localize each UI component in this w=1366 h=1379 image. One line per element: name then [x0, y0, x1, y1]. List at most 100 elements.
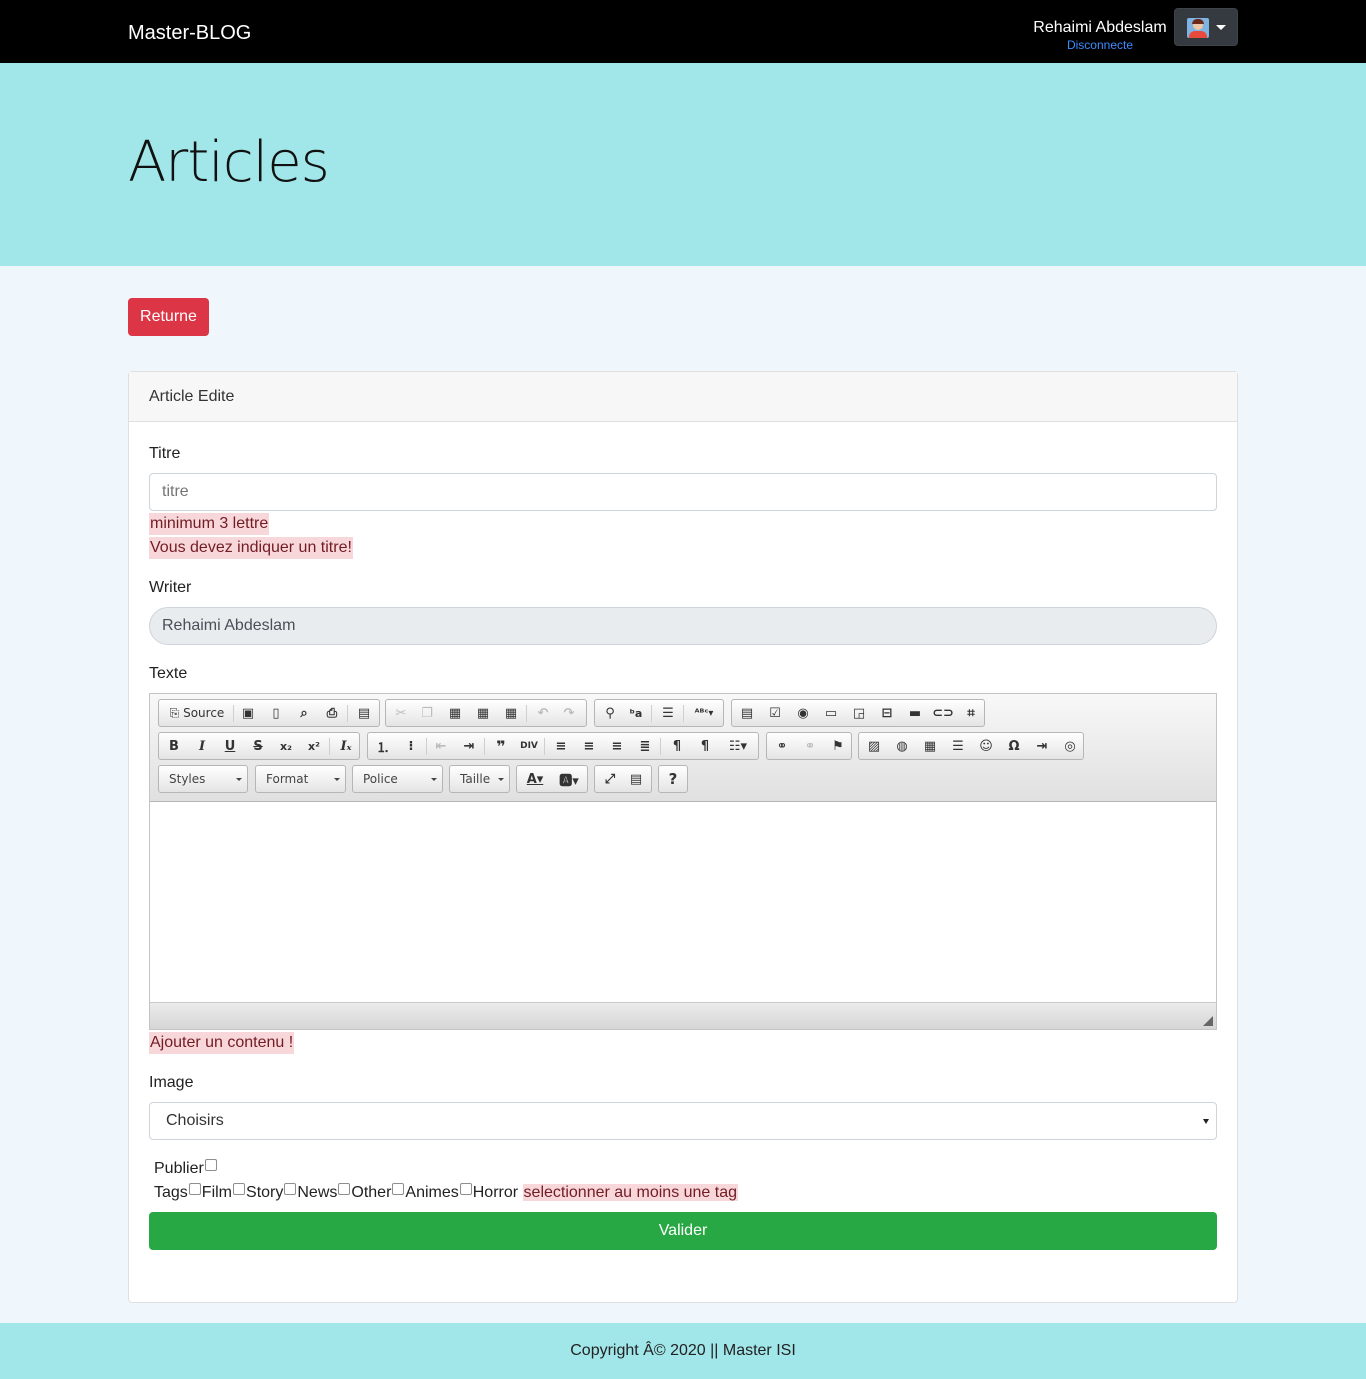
format-dropdown[interactable]: Format — [255, 765, 346, 793]
tag-checkbox-other[interactable] — [338, 1183, 351, 1195]
tag-label-animes: Animes — [405, 1184, 459, 1201]
remove-format-icon[interactable]: Iₓ — [335, 736, 357, 756]
title-error-required: Vous devez indiquer un titre! — [149, 537, 353, 559]
align-center-icon[interactable]: ≡ — [578, 736, 600, 756]
return-button[interactable]: Returne — [128, 298, 209, 336]
spellcheck-icon[interactable]: ᴬᴮᶜ▾ — [689, 703, 719, 723]
bg-color-icon[interactable]: 🅰▾ — [555, 769, 583, 789]
language-icon[interactable]: ☷▾ — [722, 736, 754, 756]
superscript-icon[interactable]: x² — [303, 736, 325, 756]
special-char-icon[interactable]: Ω — [1003, 736, 1025, 756]
help-icon[interactable]: ? — [662, 769, 684, 789]
publish-row: Publier — [154, 1158, 218, 1180]
styles-label: Styles — [169, 772, 206, 786]
textfield-icon[interactable]: ▭ — [820, 703, 842, 723]
title-input[interactable] — [149, 473, 1217, 511]
flash-icon[interactable]: ◍ — [891, 736, 913, 756]
outdent-icon[interactable]: ⇤ — [430, 736, 452, 756]
styles-dropdown[interactable]: Styles — [158, 765, 248, 793]
bulleted-list-icon[interactable]: ⁝ — [400, 736, 422, 756]
replace-icon[interactable]: ᵇa — [625, 703, 647, 723]
brand-logo[interactable]: Master-BLOG — [128, 20, 251, 46]
print-icon[interactable]: ⎙ — [321, 703, 343, 723]
justify-icon[interactable]: ≣ — [634, 736, 656, 756]
select-all-icon[interactable]: ☰ — [657, 703, 679, 723]
horizontal-rule-icon[interactable]: ☰ — [947, 736, 969, 756]
anchor-icon[interactable]: ⚑ — [827, 736, 849, 756]
align-left-icon[interactable]: ≡ — [550, 736, 572, 756]
strike-icon[interactable]: S — [247, 736, 269, 756]
find-icon[interactable]: ⚲ — [599, 703, 621, 723]
maximize-icon[interactable]: ⤢ — [599, 769, 621, 789]
table-icon[interactable]: ▦ — [919, 736, 941, 756]
tag-checkbox-story[interactable] — [233, 1183, 246, 1195]
tag-checkbox-horror[interactable] — [459, 1183, 472, 1195]
show-blocks-icon[interactable]: ▤ — [625, 769, 647, 789]
format-label: Format — [266, 772, 309, 786]
hidden-field-icon[interactable]: ⌗ — [960, 703, 982, 723]
align-right-icon[interactable]: ≡ — [606, 736, 628, 756]
editor-content-area[interactable] — [150, 802, 1216, 1002]
radio-icon[interactable]: ◉ — [792, 703, 814, 723]
toolbar-basic-styles-group: B I U S x₂ x² Iₓ — [158, 732, 360, 760]
size-dropdown[interactable]: Taille — [449, 765, 510, 793]
form-icon[interactable]: ▤ — [736, 703, 758, 723]
copy-icon[interactable]: ❐ — [416, 703, 438, 723]
div-container-icon[interactable]: DIV — [518, 736, 540, 756]
checkbox-icon[interactable]: ☑ — [764, 703, 786, 723]
page-break-icon[interactable]: ⇥ — [1031, 736, 1053, 756]
user-name: Rehaimi Abdeslam — [1033, 19, 1167, 36]
tag-label-other: Other — [351, 1184, 392, 1201]
image-button-icon[interactable]: ⊂⊃ — [932, 703, 954, 723]
ltr-icon[interactable]: ¶ — [666, 736, 688, 756]
source-label: Source — [183, 706, 225, 720]
rtl-icon[interactable]: ¶ — [694, 736, 716, 756]
new-page-icon[interactable]: ▯ — [265, 703, 287, 723]
publish-checkbox[interactable] — [204, 1159, 217, 1171]
tag-checkbox-animes[interactable] — [392, 1183, 405, 1195]
subscript-icon[interactable]: x₂ — [275, 736, 297, 756]
preview-icon[interactable]: ⌕ — [293, 703, 315, 723]
paste-word-icon[interactable]: ▦ — [500, 703, 522, 723]
templates-icon[interactable]: ▤ — [353, 703, 375, 723]
bold-icon[interactable]: B — [163, 736, 185, 756]
toolbar-paragraph-group: ⒈ ⁝ ⇤ ⇥ ❞ DIV ≡ ≡ ≡ ≣ ¶ ¶ ☷▾ — [367, 732, 759, 760]
article-edit-card: Article Edite Titre minimum 3 lettre Vou… — [128, 371, 1238, 1303]
toolbar-insert-group: ▨ ◍ ▦ ☰ ☺ Ω ⇥ ◎ — [858, 732, 1084, 760]
image-select[interactable]: Choisirs — [149, 1102, 1217, 1140]
paste-icon[interactable]: ▦ — [444, 703, 466, 723]
font-dropdown[interactable]: Police — [352, 765, 443, 793]
resize-handle-icon[interactable] — [1203, 1016, 1213, 1026]
toolbar-search-group: ⚲ ᵇa ☰ ᴬᴮᶜ▾ — [594, 699, 724, 727]
select-field-icon[interactable]: ⊟ — [876, 703, 898, 723]
title-error-min: minimum 3 lettre — [149, 513, 270, 535]
tag-checkbox-film[interactable] — [188, 1183, 201, 1195]
submit-button[interactable]: Valider — [149, 1212, 1217, 1250]
blockquote-icon[interactable]: ❞ — [490, 736, 512, 756]
italic-icon[interactable]: I — [191, 736, 213, 756]
image-icon[interactable]: ▨ — [863, 736, 885, 756]
tag-checkbox-news[interactable] — [284, 1183, 297, 1195]
indent-icon[interactable]: ⇥ — [458, 736, 480, 756]
textarea-icon[interactable]: ◲ — [848, 703, 870, 723]
iframe-icon[interactable]: ◎ — [1059, 736, 1081, 756]
source-button[interactable]: ⎘ Source — [165, 703, 229, 723]
underline-icon[interactable]: U — [219, 736, 241, 756]
user-menu-button[interactable] — [1174, 8, 1238, 46]
unlink-icon[interactable]: ⚭ — [799, 736, 821, 756]
smiley-icon[interactable]: ☺ — [975, 736, 997, 756]
tag-label-film: Film — [201, 1184, 233, 1201]
save-icon[interactable]: ▣ — [237, 703, 259, 723]
link-icon[interactable]: ⚭ — [771, 736, 793, 756]
footer: Copyright Â© 2020 || Master ISI — [0, 1323, 1366, 1379]
cut-icon[interactable]: ✂ — [390, 703, 412, 723]
text-color-icon[interactable]: A▾ — [521, 769, 549, 789]
button-field-icon[interactable]: ▬ — [904, 703, 926, 723]
paste-text-icon[interactable]: ▦ — [472, 703, 494, 723]
undo-icon[interactable]: ↶ — [532, 703, 554, 723]
logout-link[interactable]: Disconnecte — [1020, 38, 1180, 52]
numbered-list-icon[interactable]: ⒈ — [372, 736, 394, 756]
editor-toolbar: ⎘ Source ▣ ▯ ⌕ ⎙ ▤ ✂ ❐ ▦ ▦ ▦ ↶ ↷ ⚲ ᵇa ☰ … — [150, 694, 1216, 802]
page-header: Articles — [0, 63, 1366, 266]
redo-icon[interactable]: ↷ — [558, 703, 580, 723]
